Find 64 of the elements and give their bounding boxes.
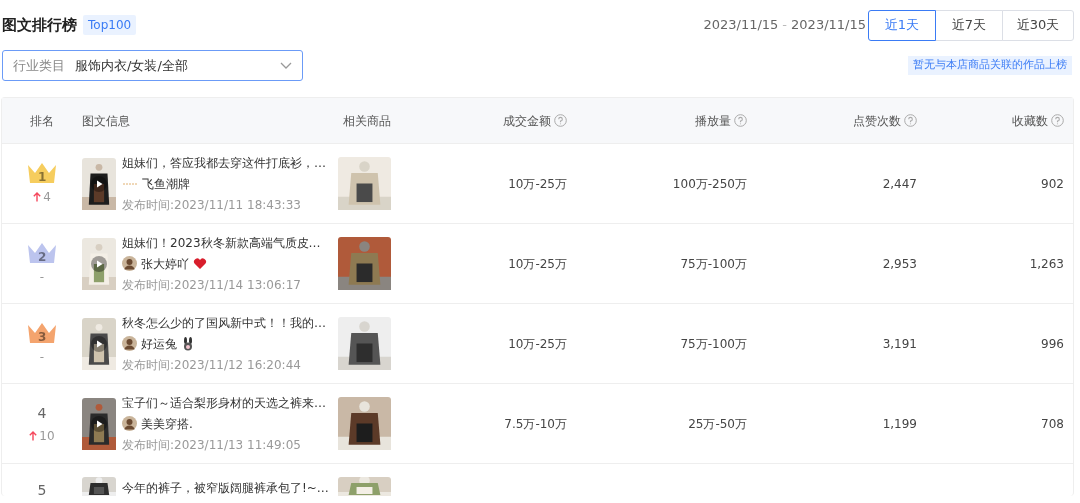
table-cell: 10万-25万: [508, 176, 567, 191]
table-cell: 902: [1041, 176, 1064, 191]
select-value: 服饰内衣/女装/全部: [75, 56, 189, 75]
rank-number: 3: [38, 329, 47, 346]
column-header: 播放量: [695, 112, 731, 130]
play-icon: [91, 175, 107, 192]
date-start: 2023/11/15: [703, 16, 779, 35]
notice-text: 暂无与本店商品关联的作品上榜: [908, 56, 1072, 75]
column-header: 收藏数: [1012, 112, 1048, 130]
table-cell: 1,263: [1029, 256, 1064, 271]
table-cell: 10万-25万: [508, 256, 567, 271]
top-tag: Top100: [83, 15, 137, 35]
table-cell: 7.5万-10万: [504, 416, 567, 431]
table-cell: 25万-50万: [688, 416, 747, 431]
play-icon: [91, 415, 107, 432]
rank-number: 2: [38, 249, 47, 266]
table-cell: 100万-250万: [672, 176, 747, 191]
range-tab[interactable]: 近30天: [1002, 9, 1074, 41]
table-cell: 708: [1041, 416, 1064, 431]
author-name: 好运兔: [141, 335, 177, 353]
rank-change: 10: [39, 427, 55, 445]
publish-time: 发布时间:2023/11/13 11:49:05: [122, 436, 302, 454]
post-title: 今年的裤子，被窄版阔腿裤承包了!~…: [122, 480, 329, 496]
publish-time: 发布时间:2023/11/12 16:20:44: [122, 356, 302, 374]
table-cell: 2,447: [882, 176, 917, 191]
play-icon: [91, 335, 107, 352]
table-cell: 2,953: [882, 256, 917, 271]
range-tab[interactable]: 近7天: [935, 9, 1003, 41]
date-end: 2023/11/15: [791, 16, 866, 35]
author-name: 美美穿搭.: [141, 415, 193, 433]
rank-change: 4: [43, 189, 51, 206]
post-title: 秋冬怎么少的了国风新中式！！我的…: [122, 314, 326, 332]
category-select[interactable]: 行业类目 服饰内衣/女装/全部: [2, 50, 303, 81]
table-cell: 10万-25万: [508, 336, 567, 351]
up-arrow-icon: [33, 192, 42, 202]
table-cell: 3,191: [882, 336, 917, 351]
select-label: 行业类目: [13, 56, 65, 75]
rank-number: 4: [37, 403, 47, 423]
range-tab[interactable]: 近1天: [868, 9, 936, 41]
publish-time: 发布时间:2023/11/14 13:06:17: [122, 276, 302, 294]
author-name: 飞鱼潮牌: [142, 175, 190, 193]
post-title: 姐妹们，答应我都去穿这件打底衫，…: [122, 154, 326, 172]
table-cell: 1,199: [882, 416, 917, 431]
rank-number: 5: [37, 481, 47, 496]
date-separator: -: [782, 16, 788, 35]
publish-time: 发布时间:2023/11/11 18:43:33: [122, 196, 302, 214]
column-header: 点赞次数: [853, 112, 901, 130]
rank-change: -: [39, 349, 45, 366]
author-name: 张大婷吖: [141, 255, 189, 273]
table-cell: 75万-100万: [680, 336, 747, 351]
column-header: 成交金额: [503, 112, 551, 130]
table-cell: 75万-100万: [680, 256, 747, 271]
chevron-down-icon: [280, 61, 292, 70]
post-title: 姐妹们！2023秋冬新款高端气质皮…: [122, 234, 321, 252]
column-header: 图文信息: [82, 113, 130, 128]
up-arrow-icon: [29, 430, 38, 441]
rank-change: -: [39, 269, 45, 286]
table-cell: 996: [1041, 336, 1064, 351]
page-title: 图文排行榜: [2, 14, 77, 36]
post-title: 宝子们～适合梨形身材的天选之裤来…: [122, 394, 326, 412]
play-icon: [91, 255, 107, 272]
rank-number: 1: [38, 169, 47, 186]
column-header: 排名: [30, 113, 54, 128]
column-header: 相关商品: [343, 113, 391, 128]
